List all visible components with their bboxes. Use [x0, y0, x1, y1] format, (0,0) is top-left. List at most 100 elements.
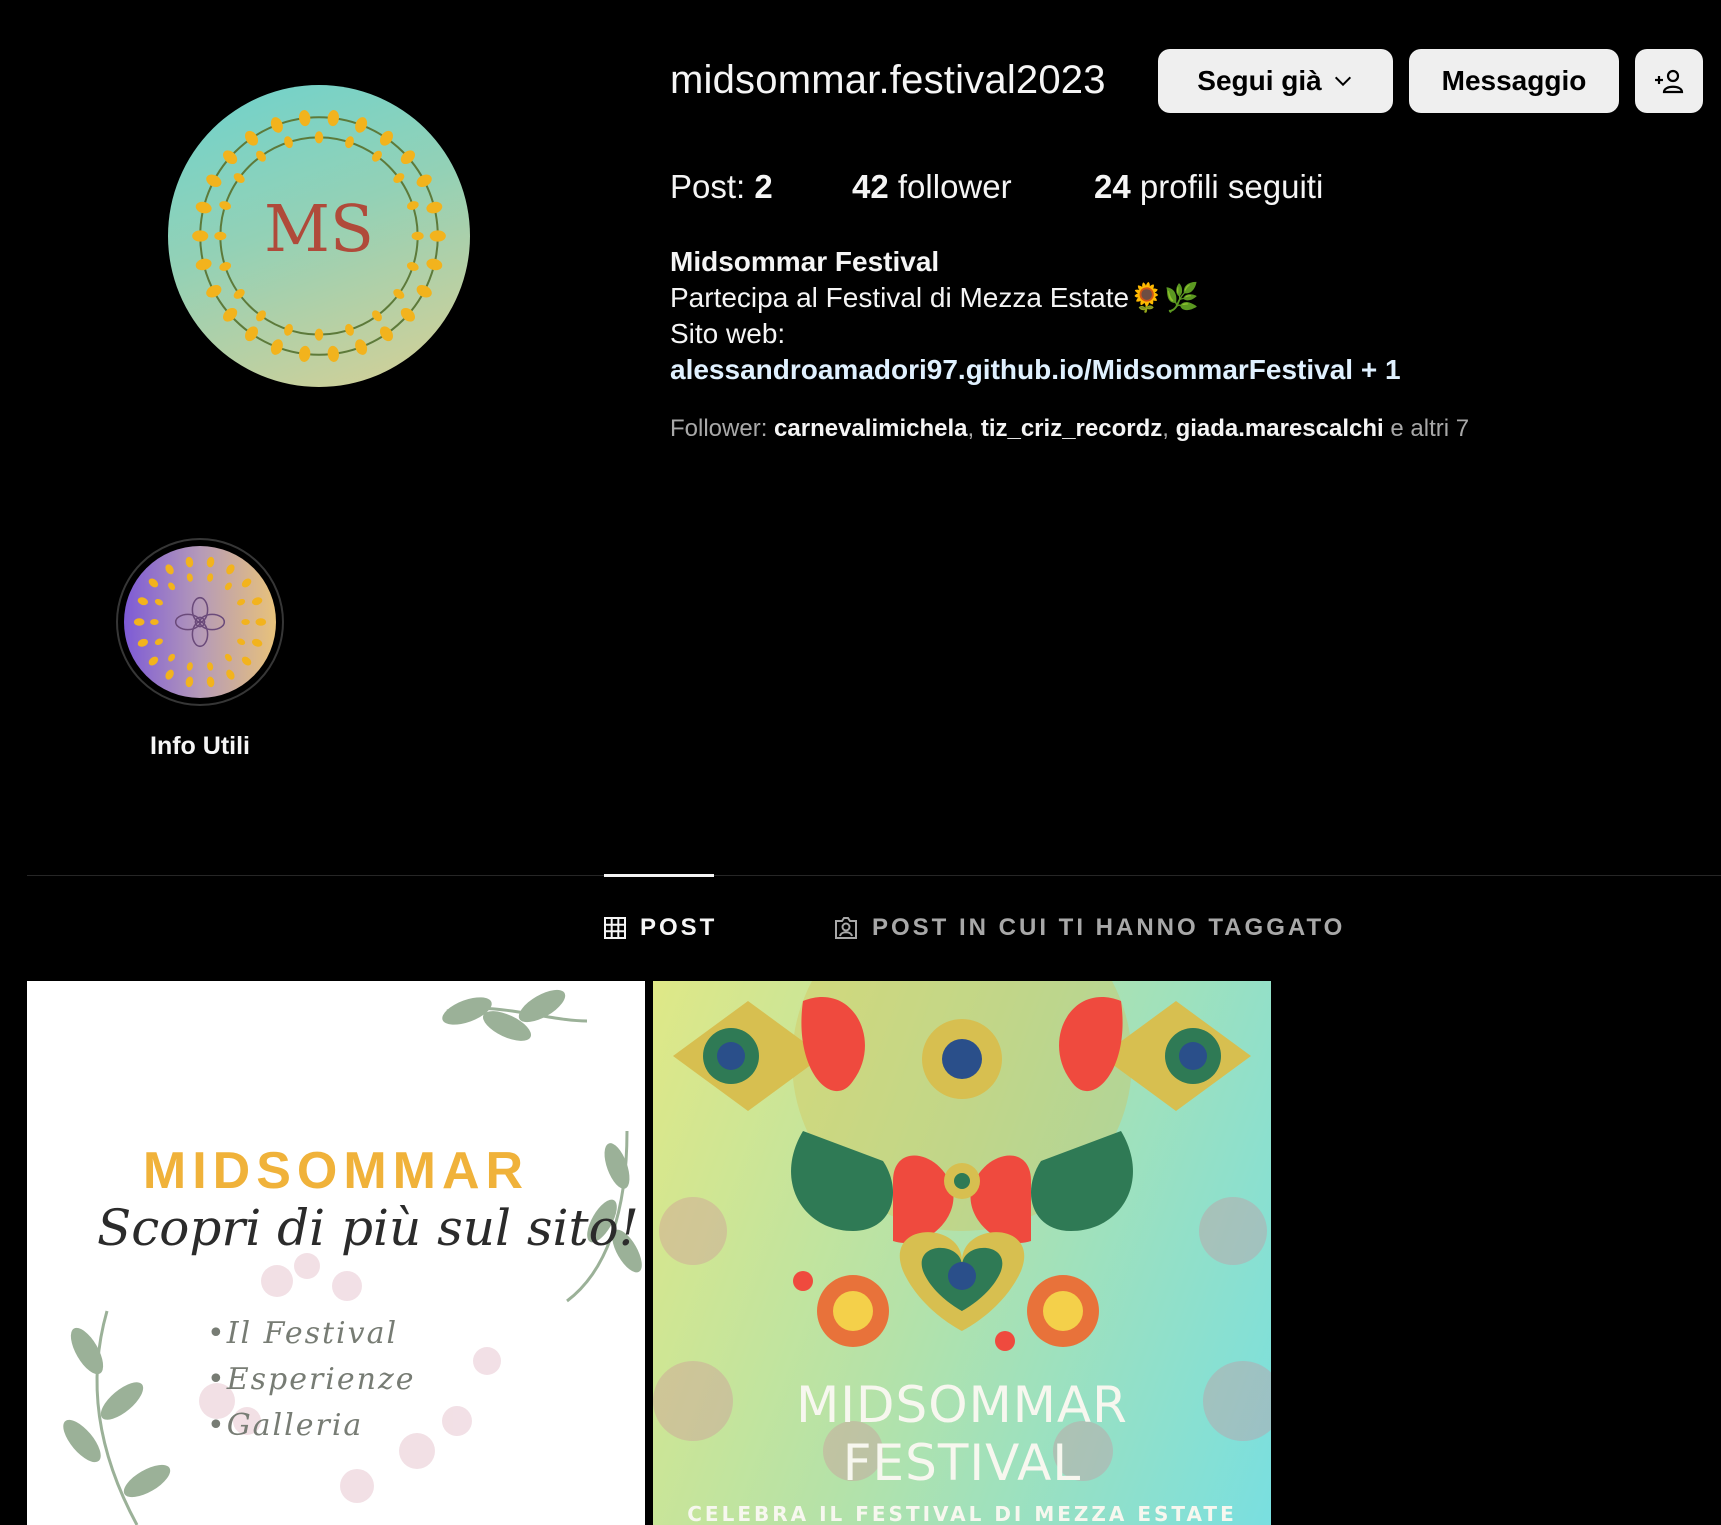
- wreath-flower: [256, 310, 266, 322]
- tab-tagged-label: POST IN CUI TI HANNO TAGGATO: [872, 914, 1346, 941]
- wreath-flower: [426, 201, 443, 214]
- wreath-flower: [284, 136, 293, 149]
- post-title: MIDSOMMAR FESTIVAL: [653, 1376, 1271, 1492]
- wreath-flower: [206, 556, 215, 568]
- following-button-label: Segui già: [1197, 65, 1322, 96]
- post-title-line: MIDSOMMAR: [796, 1376, 1128, 1434]
- wreath-flower: [206, 284, 222, 298]
- wreath-flower: [137, 638, 149, 647]
- wreath-flower: [314, 131, 324, 144]
- wreath-flower: [133, 618, 145, 626]
- wreath-flower: [214, 231, 227, 241]
- wreath-flower: [148, 578, 159, 588]
- wreath-flower: [416, 284, 432, 298]
- suggest-users-button[interactable]: [1635, 49, 1703, 113]
- post-thumbnail[interactable]: MIDSOMMAR FESTIVAL CELEBRA IL FESTIVAL D…: [653, 981, 1271, 1525]
- tab-posts-label: POST: [640, 914, 718, 941]
- wreath-flower: [299, 345, 311, 362]
- wreath-flower: [429, 230, 446, 242]
- followed-by-prefix: Follower:: [670, 415, 768, 442]
- wreath-flower: [237, 638, 246, 646]
- post-script-text: Scopri di più sul sito!: [97, 1199, 639, 1257]
- followed-by[interactable]: Follower: carnevalimichela, tiz_criz_rec…: [670, 415, 1469, 443]
- wreath-flower: [245, 326, 259, 342]
- wreath-flower: [186, 573, 193, 582]
- wreath-flower: [168, 582, 176, 591]
- wreath-flower: [195, 201, 212, 214]
- wreath-flower: [219, 201, 232, 210]
- following-button[interactable]: Segui già: [1158, 49, 1393, 113]
- followers-label: follower: [897, 168, 1012, 205]
- posts-count: 2: [754, 168, 773, 205]
- wreath-flower: [207, 573, 214, 582]
- highlight-cover: [124, 546, 276, 698]
- post-title: MIDSOMMAR: [142, 1142, 530, 1200]
- posts-label: Post:: [670, 168, 746, 205]
- wreath-flower: [185, 556, 194, 568]
- wreath-flower: [411, 231, 424, 241]
- bio-website-link[interactable]: alessandroamadori97.github.io/MidsommarF…: [670, 352, 1401, 388]
- chevron-down-icon: [1334, 76, 1351, 87]
- stat-following[interactable]: 24 profili seguiti: [1094, 168, 1323, 206]
- wreath-flower: [219, 262, 232, 271]
- profile-avatar[interactable]: MS: [168, 85, 470, 387]
- wreath-flower: [137, 597, 149, 606]
- wreath-flower: [206, 174, 222, 188]
- wreath-flower: [345, 323, 354, 336]
- wreath-flower: [251, 638, 263, 647]
- wreath-flower: [186, 662, 193, 671]
- wreath-flower: [168, 653, 176, 662]
- avatar-monogram: MS: [264, 192, 374, 267]
- wreath-flower: [270, 339, 283, 355]
- wreath-flower: [379, 326, 393, 342]
- highlight-label: Info Utili: [150, 732, 250, 760]
- wreath-flower: [251, 597, 263, 606]
- wreath-flower: [224, 582, 232, 591]
- wreath-flower: [154, 598, 163, 606]
- wreath-flower: [148, 656, 159, 666]
- tab-tagged[interactable]: POST IN CUI TI HANNO TAGGATO: [834, 914, 1345, 942]
- wreath-flower: [256, 150, 266, 162]
- bio-name: Midsommar Festival: [670, 246, 940, 277]
- wreath-flower: [284, 323, 293, 336]
- message-button[interactable]: Messaggio: [1409, 49, 1619, 113]
- wreath-flower: [314, 328, 324, 341]
- tagged-user-icon: [835, 917, 857, 939]
- wreath-flower: [192, 230, 209, 242]
- followed-by-user[interactable]: carnevalimichela: [774, 415, 967, 442]
- following-count: 24: [1094, 168, 1131, 205]
- wreath-flower: [226, 564, 235, 575]
- grid-icon: [604, 917, 626, 939]
- post-list-item: •Galleria: [207, 1408, 364, 1443]
- wreath-flower: [207, 662, 214, 671]
- wreath-flower: [299, 110, 311, 127]
- followed-by-suffix: e altri 7: [1390, 415, 1470, 442]
- wreath-flower: [327, 345, 339, 362]
- story-highlight[interactable]: [116, 538, 284, 706]
- post-thumbnail[interactable]: MIDSOMMAR Scopri di più sul sito! •Il Fe…: [27, 981, 645, 1525]
- profile-bio: Midsommar Festival Partecipa al Festival…: [670, 244, 1401, 388]
- wreath-flower: [255, 618, 267, 626]
- wreath-flower: [241, 578, 252, 588]
- post-title-line: FESTIVAL: [842, 1434, 1082, 1492]
- wreath-flower: [150, 619, 159, 625]
- followed-by-user[interactable]: giada.marescalchi: [1176, 415, 1384, 442]
- wreath-flower: [185, 676, 194, 688]
- wreath-flower: [241, 619, 250, 625]
- wreath-flower: [206, 676, 215, 688]
- wreath-flower: [233, 289, 245, 299]
- wreath-flower: [226, 669, 235, 680]
- stat-posts: Post: 2: [670, 168, 773, 206]
- wreath-flower: [224, 653, 232, 662]
- wreath-flower: [393, 289, 405, 299]
- tab-posts[interactable]: POST: [604, 914, 717, 942]
- wreath-flower: [165, 564, 174, 575]
- wreath-flower: [372, 310, 382, 322]
- stat-followers[interactable]: 42 follower: [852, 168, 1012, 206]
- wreath-flower: [270, 117, 283, 133]
- wreath-flower: [379, 130, 393, 146]
- followed-by-user[interactable]: tiz_criz_recordz: [981, 415, 1162, 442]
- post-list-item: •Esperienze: [207, 1362, 416, 1397]
- wreath-flower: [406, 201, 419, 210]
- active-tab-indicator: [604, 874, 714, 877]
